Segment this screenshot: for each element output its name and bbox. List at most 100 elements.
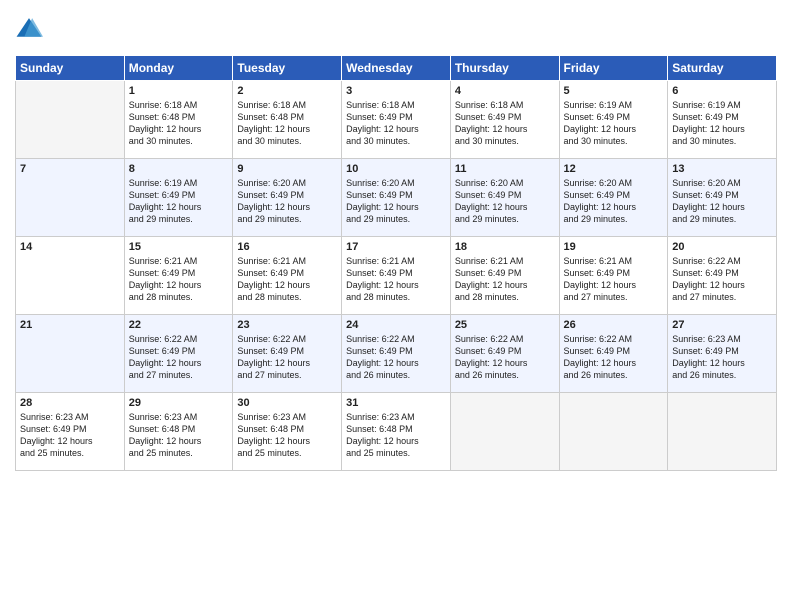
day-info: Sunrise: 6:22 AM Sunset: 6:49 PM Dayligh… (129, 333, 229, 382)
day-info: Sunrise: 6:19 AM Sunset: 6:49 PM Dayligh… (672, 99, 772, 148)
col-header-monday: Monday (124, 56, 233, 81)
day-info: Sunrise: 6:22 AM Sunset: 6:49 PM Dayligh… (672, 255, 772, 304)
col-header-thursday: Thursday (450, 56, 559, 81)
day-info: Sunrise: 6:21 AM Sunset: 6:49 PM Dayligh… (564, 255, 664, 304)
day-number: 14 (20, 241, 120, 253)
day-cell: 22Sunrise: 6:22 AM Sunset: 6:49 PM Dayli… (124, 315, 233, 393)
day-info: Sunrise: 6:22 AM Sunset: 6:49 PM Dayligh… (564, 333, 664, 382)
day-number: 5 (564, 85, 664, 97)
day-number: 26 (564, 319, 664, 331)
header (15, 15, 777, 43)
day-cell: 7 (16, 159, 125, 237)
day-info: Sunrise: 6:21 AM Sunset: 6:49 PM Dayligh… (346, 255, 446, 304)
day-cell: 2Sunrise: 6:18 AM Sunset: 6:48 PM Daylig… (233, 81, 342, 159)
day-cell: 30 Sunrise: 6:23 AM Sunset: 6:48 PM Dayli… (233, 393, 342, 471)
col-header-friday: Friday (559, 56, 668, 81)
day-info: Sunrise: 6:18 AM Sunset: 6:48 PM Dayligh… (237, 99, 337, 148)
day-info: Sunrise: 6:23 AM Sunset: 6:49 PM Dayligh… (672, 333, 772, 382)
day-number: 12 (564, 163, 664, 175)
day-cell: 8Sunrise: 6:19 AM Sunset: 6:49 PM Daylig… (124, 159, 233, 237)
week-row-4: 28 Sunrise: 6:23 AM Sunset: 6:49 PM Dayli… (16, 393, 777, 471)
day-cell: 3 Sunrise: 6:18 AM Sunset: 6:49 PM Daylig… (342, 81, 451, 159)
day-cell: 11Sunrise: 6:20 AM Sunset: 6:49 PM Dayli… (450, 159, 559, 237)
day-number: 19 (564, 241, 664, 253)
day-info: Sunrise: 6:20 AM Sunset: 6:49 PM Dayligh… (346, 177, 446, 226)
day-number: 9 (237, 163, 337, 175)
week-row-0: 1 Sunrise: 6:18 AM Sunset: 6:48 PM Daylig… (16, 81, 777, 159)
day-info: Sunrise: 6:18 AM Sunset: 6:49 PM Dayligh… (455, 99, 555, 148)
day-number: 11 (455, 163, 555, 175)
day-number: 21 (20, 319, 120, 331)
day-number: 17 (346, 241, 446, 253)
day-cell: 25 Sunrise: 6:22 AM Sunset: 6:49 PM Dayli… (450, 315, 559, 393)
col-header-wednesday: Wednesday (342, 56, 451, 81)
day-cell: 26 Sunrise: 6:22 AM Sunset: 6:49 PM Dayli… (559, 315, 668, 393)
day-cell: 9 Sunrise: 6:20 AM Sunset: 6:49 PM Daylig… (233, 159, 342, 237)
day-number: 4 (455, 85, 555, 97)
day-number: 27 (672, 319, 772, 331)
day-info: Sunrise: 6:18 AM Sunset: 6:48 PM Dayligh… (129, 99, 229, 148)
day-number: 8 (129, 163, 229, 175)
day-info: Sunrise: 6:22 AM Sunset: 6:49 PM Dayligh… (346, 333, 446, 382)
day-info: Sunrise: 6:19 AM Sunset: 6:49 PM Dayligh… (564, 99, 664, 148)
day-number: 16 (237, 241, 337, 253)
day-cell: 12 Sunrise: 6:20 AM Sunset: 6:49 PM Dayli… (559, 159, 668, 237)
day-number: 7 (20, 163, 120, 175)
day-number: 6 (672, 85, 772, 97)
day-cell: 29 Sunrise: 6:23 AM Sunset: 6:48 PM Dayli… (124, 393, 233, 471)
day-cell: 17 Sunrise: 6:21 AM Sunset: 6:49 PM Dayli… (342, 237, 451, 315)
page: SundayMondayTuesdayWednesdayThursdayFrid… (0, 0, 792, 612)
day-info: Sunrise: 6:23 AM Sunset: 6:48 PM Dayligh… (346, 411, 446, 460)
day-number: 15 (129, 241, 229, 253)
day-number: 31 (346, 397, 446, 409)
day-cell: 6 Sunrise: 6:19 AM Sunset: 6:49 PM Daylig… (668, 81, 777, 159)
day-cell (450, 393, 559, 471)
day-info: Sunrise: 6:20 AM Sunset: 6:49 PM Dayligh… (672, 177, 772, 226)
day-number: 18 (455, 241, 555, 253)
day-cell: 15 Sunrise: 6:21 AM Sunset: 6:49 PM Dayli… (124, 237, 233, 315)
day-number: 1 (129, 85, 229, 97)
day-cell: 23Sunrise: 6:22 AM Sunset: 6:49 PM Dayli… (233, 315, 342, 393)
day-cell: 5 Sunrise: 6:19 AM Sunset: 6:49 PM Daylig… (559, 81, 668, 159)
day-number: 20 (672, 241, 772, 253)
day-cell: 21 (16, 315, 125, 393)
week-row-3: 21 22Sunrise: 6:22 AM Sunset: 6:49 PM Day… (16, 315, 777, 393)
day-number: 30 (237, 397, 337, 409)
day-info: Sunrise: 6:21 AM Sunset: 6:49 PM Dayligh… (455, 255, 555, 304)
col-header-sunday: Sunday (16, 56, 125, 81)
day-cell (16, 81, 125, 159)
day-cell: 31 Sunrise: 6:23 AM Sunset: 6:48 PM Dayli… (342, 393, 451, 471)
day-number: 25 (455, 319, 555, 331)
day-cell: 20 Sunrise: 6:22 AM Sunset: 6:49 PM Dayli… (668, 237, 777, 315)
day-cell (559, 393, 668, 471)
day-cell: 1 Sunrise: 6:18 AM Sunset: 6:48 PM Daylig… (124, 81, 233, 159)
day-info: Sunrise: 6:20 AM Sunset: 6:49 PM Dayligh… (564, 177, 664, 226)
day-info: Sunrise: 6:21 AM Sunset: 6:49 PM Dayligh… (129, 255, 229, 304)
day-number: 23 (237, 319, 337, 331)
day-info: Sunrise: 6:23 AM Sunset: 6:49 PM Dayligh… (20, 411, 120, 460)
day-number: 10 (346, 163, 446, 175)
day-number: 3 (346, 85, 446, 97)
day-cell: 24 Sunrise: 6:22 AM Sunset: 6:49 PM Dayli… (342, 315, 451, 393)
day-number: 29 (129, 397, 229, 409)
week-row-2: 14 15 Sunrise: 6:21 AM Sunset: 6:49 PM Day… (16, 237, 777, 315)
day-cell: 14 (16, 237, 125, 315)
day-info: Sunrise: 6:18 AM Sunset: 6:49 PM Dayligh… (346, 99, 446, 148)
day-cell: 16Sunrise: 6:21 AM Sunset: 6:49 PM Dayli… (233, 237, 342, 315)
week-row-1: 7 8Sunrise: 6:19 AM Sunset: 6:49 PM Dayli… (16, 159, 777, 237)
day-cell: 18 Sunrise: 6:21 AM Sunset: 6:49 PM Dayli… (450, 237, 559, 315)
day-info: Sunrise: 6:22 AM Sunset: 6:49 PM Dayligh… (455, 333, 555, 382)
day-number: 28 (20, 397, 120, 409)
day-cell: 4 Sunrise: 6:18 AM Sunset: 6:49 PM Daylig… (450, 81, 559, 159)
day-number: 24 (346, 319, 446, 331)
day-info: Sunrise: 6:23 AM Sunset: 6:48 PM Dayligh… (237, 411, 337, 460)
day-cell: 28 Sunrise: 6:23 AM Sunset: 6:49 PM Dayli… (16, 393, 125, 471)
logo (15, 15, 47, 43)
day-info: Sunrise: 6:20 AM Sunset: 6:49 PM Dayligh… (237, 177, 337, 226)
day-cell: 10 Sunrise: 6:20 AM Sunset: 6:49 PM Dayli… (342, 159, 451, 237)
col-header-saturday: Saturday (668, 56, 777, 81)
col-header-tuesday: Tuesday (233, 56, 342, 81)
calendar-table: SundayMondayTuesdayWednesdayThursdayFrid… (15, 55, 777, 471)
day-info: Sunrise: 6:23 AM Sunset: 6:48 PM Dayligh… (129, 411, 229, 460)
day-cell: 19 Sunrise: 6:21 AM Sunset: 6:49 PM Dayli… (559, 237, 668, 315)
